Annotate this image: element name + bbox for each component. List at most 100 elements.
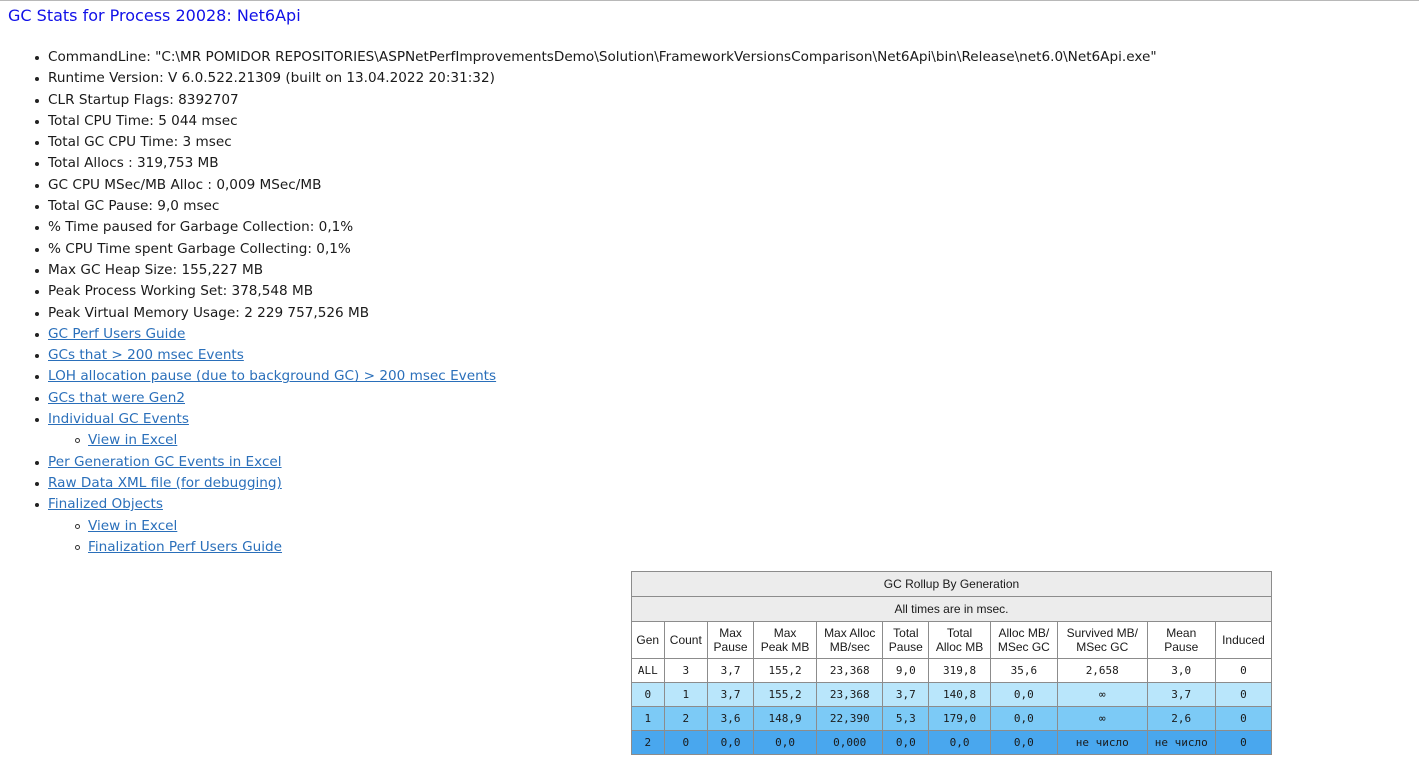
table-row: 2 0 0,0 0,0 0,000 0,0 0,0 0,0 не число не число 0 — [631, 730, 1273, 755]
info-item-clr-startup-flags: CLR Startup Flags: 8392707 — [35, 90, 1348, 111]
rollup-column-header: Count — [663, 621, 709, 659]
finalization-perf-guide-link[interactable]: Finalization Perf Users Guide — [88, 539, 282, 555]
table-cell: 140,8 — [928, 682, 991, 707]
table-cell: 9,0 — [882, 658, 930, 683]
finalized-objects-link[interactable]: Finalized Objects — [48, 496, 163, 512]
table-cell: 0,0 — [989, 682, 1058, 707]
gcs-over-200-msec-link[interactable]: GCs that > 200 msec Events — [48, 347, 244, 363]
table-cell: 0 — [1214, 682, 1273, 707]
info-item-time-paused-pct: % Time paused for Garbage Collection: 0,… — [35, 217, 1348, 238]
table-cell: 0,0 — [707, 730, 754, 755]
rollup-column-header: Total Pause — [882, 621, 930, 659]
column-header-line: Alloc MB — [935, 640, 984, 654]
table-cell: 179,0 — [928, 706, 991, 731]
info-item-total-gc-pause: Total GC Pause: 9,0 msec — [35, 196, 1348, 217]
table-cell: 319,8 — [928, 658, 991, 683]
info-item-gc-cpu-per-mb: GC CPU MSec/MB Alloc : 0,009 MSec/MB — [35, 175, 1348, 196]
table-cell: 3,7 — [882, 682, 930, 707]
info-item-cpu-gc-pct: % CPU Time spent Garbage Collecting: 0,1… — [35, 239, 1348, 260]
table-cell: 2,6 — [1146, 706, 1216, 731]
table-cell: 23,368 — [816, 658, 884, 683]
table-cell: 1 — [663, 682, 709, 707]
list-item-loh-pause: LOH allocation pause (due to background … — [35, 366, 1348, 387]
column-header-line: Max Alloc — [824, 626, 876, 640]
list-item-per-generation-excel: Per Generation GC Events in Excel — [35, 452, 1348, 473]
table-row: 0 1 3,7 155,2 23,368 3,7 140,8 0,0 ∞ 3,7 0 — [631, 682, 1273, 707]
table-cell: 0 — [1214, 658, 1273, 683]
finalized-view-excel-link[interactable]: View in Excel — [88, 518, 177, 534]
table-cell: 3,6 — [707, 706, 754, 731]
raw-data-xml-link[interactable]: Raw Data XML file (for debugging) — [48, 475, 282, 491]
rollup-column-header: Max Pause — [707, 621, 754, 659]
rollup-column-header: Survived MB/MSec GC — [1056, 621, 1148, 659]
table-row: ALL 3 3,7 155,2 23,368 9,0 319,8 35,6 2,658 3,0 0 — [631, 658, 1273, 683]
column-header-line: Total — [946, 626, 973, 640]
table-cell: 3,7 — [707, 682, 754, 707]
rollup-column-header: Induced — [1214, 621, 1273, 659]
table-cell: 155,2 — [752, 658, 818, 683]
table-row: 1 2 3,6 148,9 22,390 5,3 179,0 0,0 ∞ 2,6 0 — [631, 706, 1273, 731]
gc-perf-users-guide-link[interactable]: GC Perf Users Guide — [48, 326, 185, 342]
info-item-peak-virtual-memory: Peak Virtual Memory Usage: 2 229 757,526… — [35, 303, 1348, 324]
info-item-command-line: CommandLine: "C:\MR POMIDOR REPOSITORIES… — [35, 47, 1348, 68]
list-item-raw-xml: Raw Data XML file (for debugging) — [35, 473, 1348, 494]
info-item-peak-working-set: Peak Process Working Set: 378,548 MB — [35, 281, 1348, 302]
individual-gc-view-excel-link[interactable]: View in Excel — [88, 432, 177, 448]
individual-gc-events-link[interactable]: Individual GC Events — [48, 411, 189, 427]
rollup-column-header: Alloc MB/MSec GC — [989, 621, 1058, 659]
list-item-finalized-objects: Finalized Objects View in Excel Finaliza… — [35, 494, 1348, 559]
column-header-line: Count — [669, 633, 702, 647]
table-cell: 35,6 — [989, 658, 1058, 683]
table-cell: 1 — [631, 706, 665, 731]
table-cell: не число — [1056, 730, 1148, 755]
table-cell: 2 — [663, 706, 709, 731]
gc-stats-list: CommandLine: "C:\MR POMIDOR REPOSITORIES… — [35, 47, 1348, 559]
list-item-individual-gc-events: Individual GC Events View in Excel — [35, 409, 1348, 452]
sublist-item-finalization-guide: Finalization Perf Users Guide — [75, 537, 1348, 558]
column-header-line: Max — [773, 626, 797, 640]
finalized-objects-sublist: View in Excel Finalization Perf Users Gu… — [48, 516, 1348, 559]
individual-gc-events-sublist: View in Excel — [48, 430, 1348, 451]
table-cell: ALL — [631, 658, 665, 683]
loh-allocation-pause-link[interactable]: LOH allocation pause (due to background … — [48, 368, 496, 384]
column-header-line: Survived MB/ — [1066, 626, 1138, 640]
rollup-subcaption: All times are in msec. — [631, 596, 1272, 622]
info-item-total-cpu-time: Total CPU Time: 5 044 msec — [35, 111, 1348, 132]
table-cell: 3 — [663, 658, 709, 683]
table-cell: 23,368 — [816, 682, 884, 707]
column-header-line: Pause — [1164, 640, 1199, 654]
table-cell: 0,0 — [928, 730, 991, 755]
table-cell: 0 — [631, 682, 665, 707]
table-cell: 0,000 — [816, 730, 884, 755]
column-header-line: Total — [893, 626, 919, 640]
table-cell: 0,0 — [989, 706, 1058, 731]
table-cell: ∞ — [1056, 682, 1148, 707]
page-title: GC Stats for Process 20028: Net6Api — [8, 6, 301, 25]
per-generation-excel-link[interactable]: Per Generation GC Events in Excel — [48, 454, 282, 470]
list-item-gcs-gen2: GCs that were Gen2 — [35, 388, 1348, 409]
table-cell: 0,0 — [752, 730, 818, 755]
column-header-line: Alloc MB/ — [998, 626, 1050, 640]
list-item-gcs-over-200: GCs that > 200 msec Events — [35, 345, 1348, 366]
table-cell: ∞ — [1056, 706, 1148, 731]
gc-rollup-table: GC Rollup By Generation All times are in… — [631, 571, 1273, 755]
rollup-column-header: Total Alloc MB — [928, 621, 991, 659]
rollup-caption: GC Rollup By Generation — [631, 571, 1272, 597]
rollup-body: ALL 3 3,7 155,2 23,368 9,0 319,8 35,6 2,658 3,0 0 0… — [631, 658, 1273, 755]
rollup-column-header: Max Alloc MB/sec — [816, 621, 884, 659]
rollup-column-header: Max Peak MB — [752, 621, 818, 659]
gcs-gen2-link[interactable]: GCs that were Gen2 — [48, 390, 185, 406]
table-cell: 0 — [663, 730, 709, 755]
table-cell: 5,3 — [882, 706, 930, 731]
sublist-item-finalized-excel: View in Excel — [75, 516, 1348, 537]
list-item-gc-perf-guide: GC Perf Users Guide — [35, 324, 1348, 345]
rollup-column-header: Mean Pause — [1146, 621, 1216, 659]
table-cell: 148,9 — [752, 706, 818, 731]
info-item-runtime-version: Runtime Version: V 6.0.522.21309 (built … — [35, 68, 1348, 89]
column-header-line: MSec GC — [1076, 640, 1129, 654]
column-header-line: Mean — [1166, 626, 1197, 640]
table-cell: 0 — [1214, 730, 1273, 755]
info-item-max-gc-heap: Max GC Heap Size: 155,227 MB — [35, 260, 1348, 281]
table-cell: 2 — [631, 730, 665, 755]
table-cell: 22,390 — [816, 706, 884, 731]
